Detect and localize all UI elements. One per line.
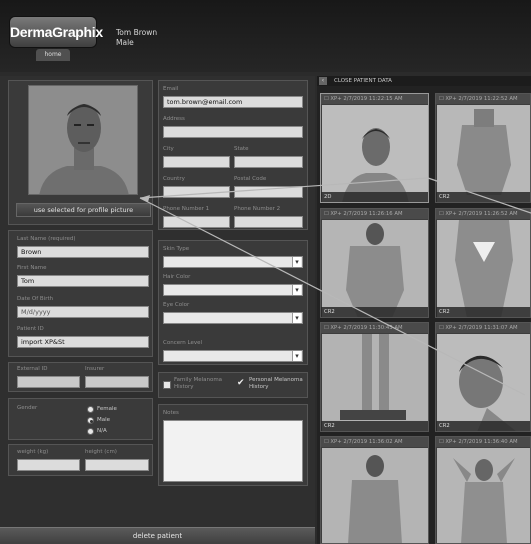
first-name-field[interactable]: Tom (17, 275, 149, 287)
image-tile[interactable]: ☐ XP+ 2/7/2019 11:30:43 AM CR2 (320, 322, 429, 432)
close-patient-data-label[interactable]: CLOSE PATIENT DATA (334, 78, 392, 84)
collapse-icon[interactable]: ‹ (319, 77, 327, 85)
patient-hips-image (437, 220, 530, 317)
external-id-field (17, 376, 80, 388)
state-label: State (234, 146, 249, 152)
tile-header: ☐ XP+ 2/7/2019 11:30:43 AM (321, 323, 428, 333)
gender-label: Gender (17, 405, 38, 411)
patient-legs-image (322, 334, 428, 431)
image-tile[interactable]: ☐ XP+ 2/7/2019 11:36:02 AM (320, 436, 429, 544)
gender-na-label: N/A (97, 428, 107, 434)
tile-header: ☐ XP+ 2/7/2019 11:36:02 AM (321, 437, 428, 447)
insurer-label: Insurer (85, 366, 105, 372)
patient-back-image (322, 220, 428, 317)
tile-header: ☐ XP+ 2/7/2019 11:26:16 AM (321, 209, 428, 219)
patient-arms-up-image (437, 448, 530, 543)
concern-level-label: Concern Level (163, 340, 203, 346)
home-tab[interactable]: home (36, 49, 70, 61)
email-label: Email (163, 86, 179, 92)
image-tile[interactable]: ☐ XP+ 2/7/2019 11:26:52 AM CR2 (435, 208, 531, 318)
gender-na-radio[interactable] (87, 428, 94, 435)
header-patient-name: Tom Brown (116, 28, 158, 37)
patient-back-arms-image (322, 448, 428, 543)
address-field[interactable] (163, 126, 303, 138)
patient-profile-image (437, 334, 530, 431)
eye-color-label: Eye Color (163, 302, 190, 308)
family-melanoma-label: Family Melanoma History (174, 377, 223, 390)
app-logo: DermaGraphix (10, 17, 103, 47)
tile-footer: 2D (321, 192, 428, 202)
last-name-field[interactable]: Brown (17, 246, 149, 258)
hair-color-label: Hair Color (163, 274, 191, 280)
patient-id-label: Patient ID (17, 326, 44, 332)
eye-color-select[interactable] (163, 312, 303, 324)
hair-color-select[interactable] (163, 284, 303, 296)
patient-id-field[interactable]: import XP&St (17, 336, 149, 348)
image-tile[interactable]: ☐ XP+ 2/7/2019 11:26:16 AM CR2 (320, 208, 429, 318)
family-melanoma-checkbox[interactable] (163, 381, 171, 389)
height-label: height (cm) (85, 449, 117, 455)
city-field[interactable] (163, 156, 230, 168)
first-name-label: First Name (17, 265, 47, 271)
notes-label: Notes (163, 410, 179, 416)
patient-torso-image (437, 105, 530, 202)
city-label: City (163, 146, 174, 152)
email-field[interactable]: tom.brown@email.com (163, 96, 303, 108)
patient-face-image (322, 105, 428, 202)
tile-footer: CR2 (436, 421, 530, 431)
use-as-profile-button[interactable]: use selected for profile picture (16, 203, 151, 217)
phone2-field[interactable] (234, 216, 303, 228)
insurer-field (85, 376, 149, 388)
phone2-label: Phone Number 2 (234, 206, 281, 212)
gender-female-radio[interactable] (87, 406, 94, 413)
tile-header: ☐ XP+ 2/7/2019 11:26:52 AM (436, 209, 530, 219)
image-tile[interactable]: ☐ XP+ 2/7/2019 11:31:07 AM CR2 (435, 322, 531, 432)
postal-code-field[interactable] (234, 186, 303, 198)
country-field[interactable] (163, 186, 230, 198)
weight-label: weight (kg) (17, 449, 49, 455)
image-tile[interactable]: ☐ XP+ 2/7/2019 11:22:15 AM 2D (320, 93, 429, 203)
image-tile[interactable]: ☐ XP+ 2/7/2019 11:22:52 AM CR2 (435, 93, 531, 203)
image-tile[interactable]: ☐ XP+ 2/7/2019 11:36:40 AM (435, 436, 531, 544)
dob-field[interactable]: M/d/yyyy (17, 306, 149, 318)
skin-type-label: Skin Type (163, 246, 190, 252)
tile-footer: CR2 (436, 192, 530, 202)
phone1-field[interactable] (163, 216, 230, 228)
tile-header: ☐ XP+ 2/7/2019 11:22:52 AM (436, 94, 530, 104)
tile-header: ☐ XP+ 2/7/2019 11:22:15 AM (321, 94, 428, 104)
concern-level-select[interactable] (163, 350, 303, 362)
tile-footer: CR2 (321, 307, 428, 317)
tile-header: ☐ XP+ 2/7/2019 11:31:07 AM (436, 323, 530, 333)
postal-code-label: Postal Code (234, 176, 267, 182)
phone1-label: Phone Number 1 (163, 206, 210, 212)
tile-footer: CR2 (436, 307, 530, 317)
tile-header: ☐ XP+ 2/7/2019 11:36:40 AM (436, 437, 530, 447)
skin-type-select[interactable] (163, 256, 303, 268)
tile-footer: CR2 (321, 421, 428, 431)
gender-female-label: Female (97, 406, 117, 412)
last-name-label: Last Name (required) (17, 236, 76, 242)
personal-melanoma-label: Personal Melanoma History (249, 377, 303, 390)
notes-textarea[interactable] (163, 420, 303, 482)
header-patient-sex: Male (116, 38, 134, 47)
gender-male-radio[interactable] (87, 417, 94, 424)
external-id-label: External ID (17, 366, 48, 372)
weight-field[interactable] (17, 459, 80, 471)
address-label: Address (163, 116, 185, 122)
profile-picture (28, 85, 138, 195)
country-label: Country (163, 176, 185, 182)
dob-label: Date Of Birth (17, 296, 54, 302)
checkmark-icon[interactable]: ✔ (237, 378, 245, 388)
state-field[interactable] (234, 156, 303, 168)
delete-patient-button[interactable]: delete patient (0, 527, 315, 544)
gender-male-label: Male (97, 417, 111, 423)
height-field[interactable] (85, 459, 149, 471)
